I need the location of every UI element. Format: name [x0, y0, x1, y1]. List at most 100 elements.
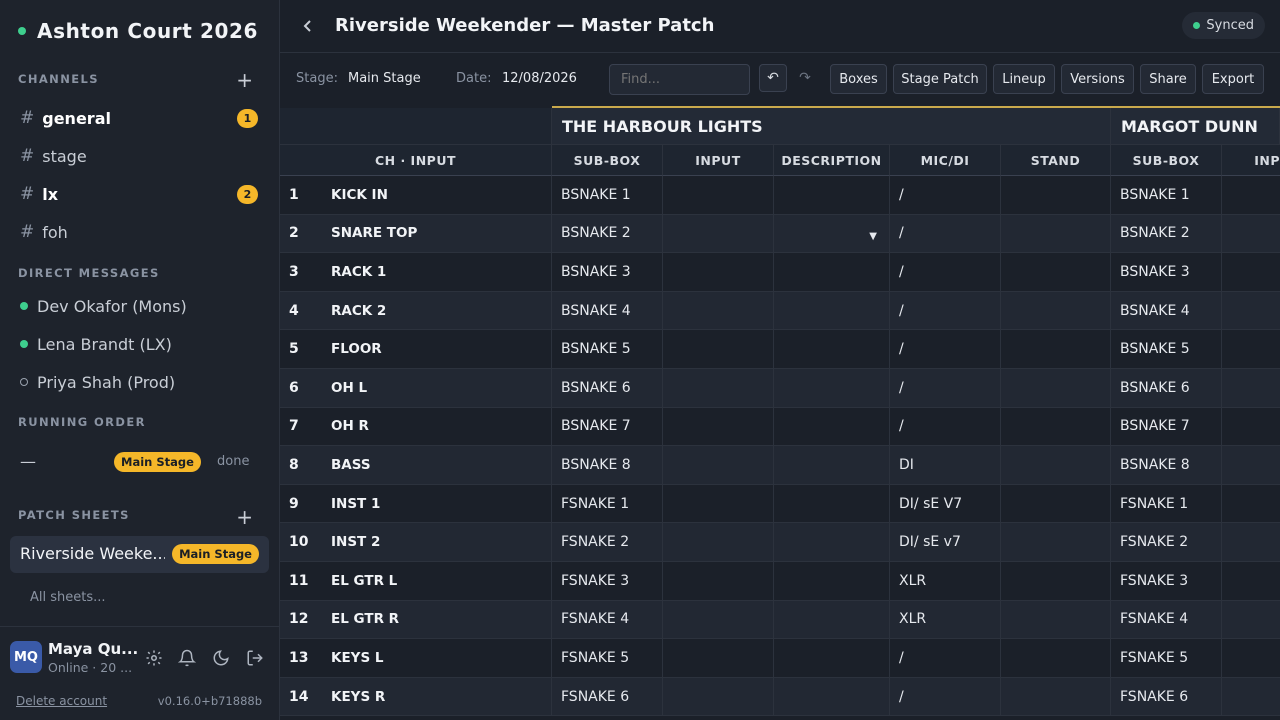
mic-di-cell[interactable]: XLR — [890, 562, 1001, 600]
input-cell[interactable] — [663, 330, 774, 368]
input-name-cell[interactable]: FLOOR — [322, 330, 552, 368]
undo-button[interactable]: ↶ — [759, 64, 787, 92]
table-row[interactable]: 3 RACK 1 BSNAKE 3/BSNAKE 3 — [280, 253, 1280, 292]
input-name-cell[interactable]: OH L — [322, 369, 552, 407]
sub-box-cell[interactable]: BSNAKE 6 — [552, 369, 663, 407]
description-cell[interactable] — [774, 523, 890, 561]
table-row[interactable]: 9 INST 1 FSNAKE 1 DI/ sE V7 FSNAKE 1 — [280, 484, 1280, 524]
input-name-cell[interactable]: SNARE TOP — [322, 214, 552, 253]
sub-box-cell[interactable]: BSNAKE 8 — [1111, 446, 1222, 484]
sub-box-cell[interactable]: BSNAKE 4 — [552, 291, 663, 330]
sub-box-cell[interactable]: FSNAKE 3 — [552, 562, 663, 600]
mic-di-cell[interactable]: / — [890, 639, 1001, 677]
band-header[interactable]: THE HARBOUR LIGHTS — [552, 108, 1111, 145]
stage-patch-button[interactable]: Stage Patch — [893, 64, 987, 94]
input-name-cell[interactable]: KICK IN — [322, 176, 552, 214]
sidebar-item-general[interactable]: # general 1 — [20, 105, 260, 131]
dropdown-caret-icon[interactable]: ▼ — [869, 231, 877, 242]
share-button[interactable]: Share — [1140, 64, 1196, 94]
stand-cell[interactable] — [1001, 253, 1111, 291]
logout-icon[interactable] — [246, 649, 264, 667]
table-row[interactable]: 2 SNARE TOP BSNAKE 2 ▼ / BSNAKE 2 — [280, 214, 1280, 254]
sub-box-cell[interactable]: BSNAKE 1 — [1111, 176, 1222, 214]
lineup-button[interactable]: Lineup — [993, 64, 1055, 94]
input-cell[interactable] — [663, 253, 774, 291]
input-cell[interactable] — [1222, 678, 1280, 716]
date-value[interactable]: 12/08/2026 — [502, 71, 577, 86]
band-header[interactable]: MARGOT DUNN — [1111, 108, 1280, 145]
input-cell[interactable] — [1222, 330, 1280, 368]
sub-box-cell[interactable]: BSNAKE 8 — [552, 446, 663, 484]
stand-cell[interactable] — [1001, 369, 1111, 407]
table-row[interactable]: 12 EL GTR R FSNAKE 4 XLR FSNAKE 4 — [280, 600, 1280, 640]
stage-value[interactable]: Main Stage — [348, 71, 421, 86]
mic-di-cell[interactable]: / — [890, 253, 1001, 291]
sub-box-cell[interactable]: BSNAKE 2 — [1111, 214, 1222, 253]
input-cell[interactable] — [663, 600, 774, 639]
mic-di-cell[interactable]: / — [890, 291, 1001, 330]
input-name-cell[interactable]: RACK 2 — [322, 291, 552, 330]
sub-box-cell[interactable]: BSNAKE 1 — [552, 176, 663, 214]
input-cell[interactable] — [663, 446, 774, 484]
stand-cell[interactable] — [1001, 639, 1111, 677]
input-cell[interactable] — [663, 677, 774, 716]
column-header[interactable]: DESCRIPTION — [774, 145, 890, 176]
add-patch-sheet-button[interactable]: + — [236, 507, 253, 527]
chevron-left-icon[interactable] — [300, 16, 316, 36]
sub-box-cell[interactable]: FSNAKE 6 — [1111, 677, 1222, 716]
export-button[interactable]: Export — [1202, 64, 1264, 94]
input-name-cell[interactable]: KEYS L — [322, 639, 552, 677]
input-cell[interactable] — [1222, 369, 1280, 407]
sub-box-cell[interactable]: BSNAKE 7 — [552, 407, 663, 446]
table-row[interactable]: 4 RACK 2 BSNAKE 4/BSNAKE 4 — [280, 291, 1280, 331]
redo-button[interactable]: ↷ — [791, 64, 819, 92]
input-name-cell[interactable]: RACK 1 — [322, 253, 552, 291]
sub-box-cell[interactable]: FSNAKE 1 — [1111, 484, 1222, 523]
input-cell[interactable] — [1222, 562, 1280, 600]
mic-di-cell[interactable]: / — [890, 369, 1001, 407]
description-cell[interactable] — [774, 639, 890, 677]
input-cell[interactable] — [663, 562, 774, 600]
table-row[interactable]: 10 INST 2 FSNAKE 2 DI/ sE v7 FSNAKE 2 — [280, 523, 1280, 562]
input-cell[interactable] — [1222, 215, 1280, 253]
sub-box-cell[interactable]: BSNAKE 6 — [1111, 369, 1222, 407]
input-cell[interactable] — [1222, 523, 1280, 561]
description-cell[interactable] — [774, 291, 890, 330]
boxes-button[interactable]: Boxes — [830, 64, 887, 94]
input-name-cell[interactable]: BASS — [322, 446, 552, 484]
table-row[interactable]: 5 FLOOR BSNAKE 5/BSNAKE 5 — [280, 330, 1280, 369]
input-cell[interactable] — [1222, 176, 1280, 214]
input-cell[interactable] — [663, 484, 774, 523]
table-row[interactable]: 13 KEYS L FSNAKE 5/FSNAKE 5 — [280, 639, 1280, 678]
sub-box-cell[interactable]: BSNAKE 5 — [552, 330, 663, 368]
input-cell[interactable] — [663, 291, 774, 330]
all-sheets-link[interactable]: All sheets... — [30, 590, 106, 605]
bell-icon[interactable] — [178, 649, 196, 667]
column-header[interactable]: MIC/DI — [890, 145, 1001, 176]
input-name-cell[interactable]: OH R — [322, 407, 552, 446]
description-cell[interactable] — [774, 369, 890, 407]
sub-box-cell[interactable]: BSNAKE 2 — [552, 214, 663, 253]
sub-box-cell[interactable]: FSNAKE 2 — [1111, 523, 1222, 561]
sub-box-cell[interactable]: FSNAKE 6 — [552, 677, 663, 716]
sub-box-cell[interactable]: FSNAKE 3 — [1111, 562, 1222, 600]
description-cell[interactable] — [774, 446, 890, 484]
column-header[interactable]: STAND — [1001, 145, 1111, 176]
column-header[interactable]: CH · INPUT — [280, 145, 552, 176]
column-header[interactable]: SUB-BOX — [1111, 145, 1222, 176]
mic-di-cell[interactable]: / — [890, 407, 1001, 446]
table-row[interactable]: 11 EL GTR L FSNAKE 3 XLR FSNAKE 3 — [280, 562, 1280, 601]
mic-di-cell[interactable]: DI/ sE V7 — [890, 484, 1001, 523]
dm-item[interactable]: Priya Shah (Prod) — [20, 369, 175, 395]
description-cell[interactable] — [774, 677, 890, 716]
sub-box-cell[interactable]: BSNAKE 5 — [1111, 330, 1222, 368]
sub-box-cell[interactable]: FSNAKE 5 — [1111, 639, 1222, 677]
mic-di-cell[interactable]: DI — [890, 446, 1001, 484]
column-header[interactable]: INPUT — [1222, 145, 1280, 176]
sub-box-cell[interactable]: FSNAKE 1 — [552, 484, 663, 523]
stand-cell[interactable] — [1001, 484, 1111, 523]
sub-box-cell[interactable]: FSNAKE 2 — [552, 523, 663, 561]
sidebar-item-stage[interactable]: # stage — [20, 143, 260, 169]
input-cell[interactable] — [663, 214, 774, 253]
input-cell[interactable] — [1222, 601, 1280, 639]
